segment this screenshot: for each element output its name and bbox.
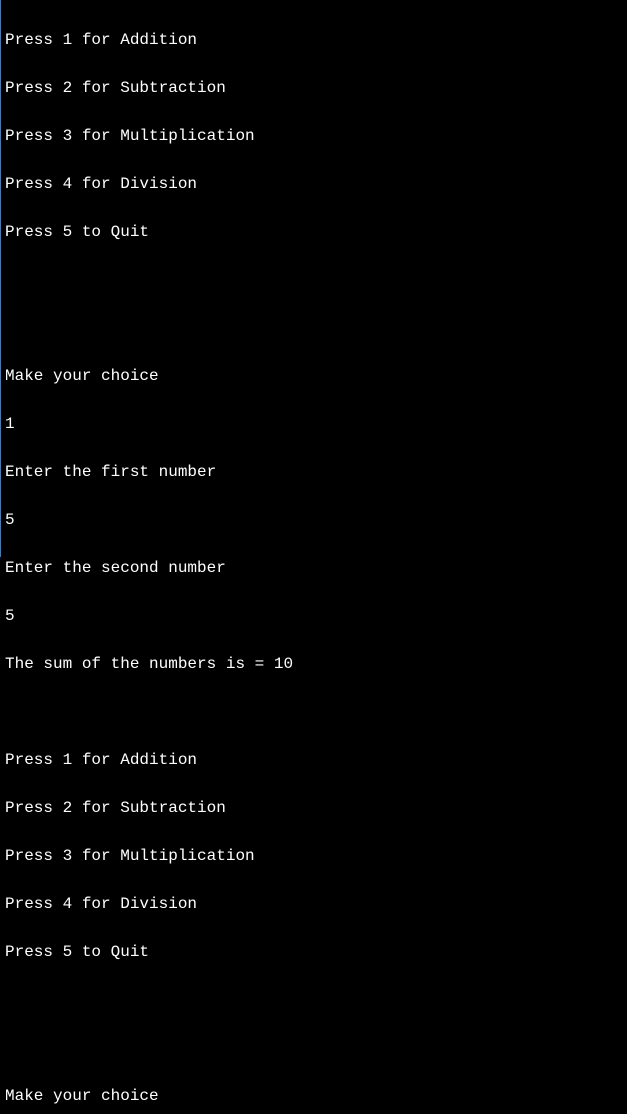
menu-line-multiplication: Press 3 for Multiplication [5,844,623,868]
menu-line-multiplication: Press 3 for Multiplication [5,124,623,148]
menu-line-quit: Press 5 to Quit [5,220,623,244]
menu-line-subtraction: Press 2 for Subtraction [5,796,623,820]
blank-line [5,1036,623,1060]
terminal-output: Press 1 for Addition Press 2 for Subtrac… [5,4,623,1114]
blank-line [5,988,623,1012]
input-choice: 1 [5,412,623,436]
menu-line-division: Press 4 for Division [5,172,623,196]
prompt-choice: Make your choice [5,1084,623,1108]
input-first-number: 5 [5,508,623,532]
menu-line-subtraction: Press 2 for Subtraction [5,76,623,100]
menu-line-division: Press 4 for Division [5,892,623,916]
menu-line-addition: Press 1 for Addition [5,28,623,52]
prompt-first-number: Enter the first number [5,460,623,484]
blank-line [5,700,623,724]
result-line: The sum of the numbers is = 10 [5,652,623,676]
prompt-second-number: Enter the second number [5,556,623,580]
prompt-choice: Make your choice [5,364,623,388]
menu-line-addition: Press 1 for Addition [5,748,623,772]
blank-line [5,316,623,340]
blank-line [5,268,623,292]
menu-line-quit: Press 5 to Quit [5,940,623,964]
input-second-number: 5 [5,604,623,628]
